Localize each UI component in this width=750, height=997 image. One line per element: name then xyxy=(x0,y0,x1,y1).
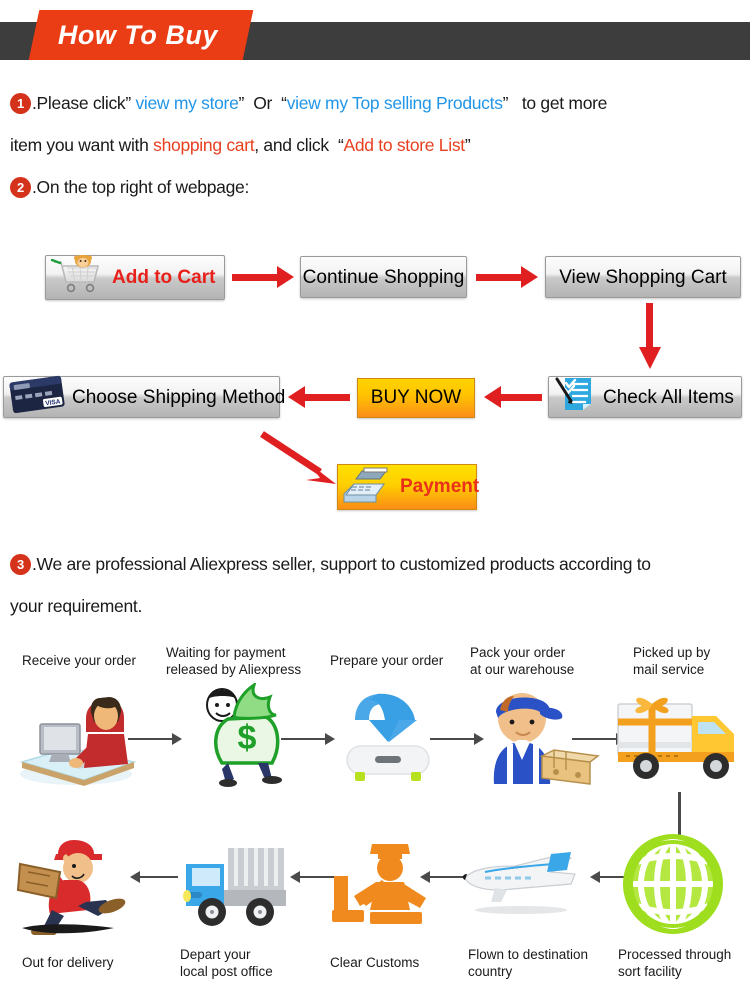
person-at-computer-icon xyxy=(14,688,144,793)
link-top-selling-products[interactable]: view my Top selling Products xyxy=(287,93,503,113)
courier-running-icon xyxy=(16,830,146,940)
payment-label: Payment xyxy=(400,476,480,497)
step-3-line-2: your requirement. xyxy=(10,596,143,616)
buy-now-button[interactable]: BUY NOW xyxy=(357,378,475,418)
view-shopping-cart-label: View Shopping Cart xyxy=(559,266,727,288)
quote-close-1: ” xyxy=(238,93,245,113)
flow-label-out-for-delivery: Out for delivery xyxy=(22,955,114,970)
highlight-add-to-store-list: Add to store List xyxy=(343,135,465,155)
arrow-cart-to-continue xyxy=(232,266,294,288)
cash-register-icon xyxy=(338,464,396,511)
step-3-badge: 3 xyxy=(10,554,31,575)
blue-post-truck-icon xyxy=(180,838,300,935)
delivery-truck-gift-icon xyxy=(612,690,742,790)
step-1-paragraph: 1 .Please click” view my store” Or “view … xyxy=(10,82,745,166)
flow-label-waiting-payment: Waiting for payment released by Aliexpres… xyxy=(166,645,302,677)
step-1-text-c: item you want with xyxy=(10,135,149,155)
step-1-text-b: to get more xyxy=(521,93,608,113)
page-title-banner: How To Buy xyxy=(28,10,254,60)
check-all-items-label: Check All Items xyxy=(603,386,734,408)
add-to-cart-label: Add to Cart xyxy=(112,267,216,288)
continue-shopping-button[interactable]: Continue Shopping xyxy=(300,256,467,298)
quote-close-2: ” xyxy=(502,93,509,113)
step-1-text-a: .Please click xyxy=(32,93,126,113)
highlight-shopping-cart: shopping cart xyxy=(153,135,255,155)
arrow-view-cart-to-check-items xyxy=(639,303,661,371)
flow-label-depart-post-office: Depart your local post office xyxy=(180,947,273,979)
step-2-text: .On the top right of webpage: xyxy=(32,177,250,197)
step-2-paragraph: 2 .On the top right of webpage: xyxy=(10,166,745,208)
flow-arrow-2 xyxy=(281,732,335,746)
step-3-line-1: .We are professional Aliexpress seller, … xyxy=(32,554,651,574)
arrow-shipping-to-payment xyxy=(258,430,348,488)
checklist-icon xyxy=(555,375,597,419)
add-to-cart-button[interactable]: Add to Cart xyxy=(45,254,225,301)
step-1-badge: 1 xyxy=(10,93,31,114)
step-3-paragraph: 3 .We are professional Aliexpress seller,… xyxy=(10,543,745,627)
flow-arrow-5 xyxy=(130,870,178,884)
arrow-check-items-to-buy-now xyxy=(484,386,542,408)
step-1-text-d: , and click xyxy=(254,135,329,155)
shopping-cart-icon xyxy=(50,254,104,301)
flow-label-flown-to-destination: Flown to destination country xyxy=(468,947,589,979)
continue-shopping-label: Continue Shopping xyxy=(302,266,465,288)
arrow-buy-now-to-shipping xyxy=(288,386,350,408)
step-2-badge: 2 xyxy=(10,177,31,198)
link-view-my-store[interactable]: view my store xyxy=(135,93,238,113)
green-globe-icon xyxy=(618,832,728,942)
quote-open-1: ” xyxy=(125,93,131,113)
flow-label-picked-up: Picked up by mail service xyxy=(633,645,711,677)
flow-label-pack-order: Pack your order at our warehouse xyxy=(470,645,575,677)
view-shopping-cart-button[interactable]: View Shopping Cart xyxy=(545,256,741,298)
check-all-items-button[interactable]: Check All Items xyxy=(548,376,742,418)
flow-label-clear-customs: Clear Customs xyxy=(330,955,420,970)
flow-arrow-1 xyxy=(128,732,182,746)
page-title: How To Buy xyxy=(58,19,218,50)
arrow-continue-to-view xyxy=(476,266,538,288)
flow-label-receive-order: Receive your order xyxy=(22,653,137,668)
customs-officer-icon xyxy=(330,840,440,937)
credit-card-icon: VISA xyxy=(8,375,66,419)
svg-text:$: $ xyxy=(238,719,257,757)
choose-shipping-method-button[interactable]: VISA Choose Shipping Method xyxy=(3,375,285,419)
airplane-icon xyxy=(455,848,585,923)
buy-now-label: BUY NOW xyxy=(370,387,462,408)
flow-label-processed-sort-facility: Processed through sort facility xyxy=(618,947,732,979)
choose-shipping-method-label: Choose Shipping Method xyxy=(72,386,286,408)
payment-button[interactable]: Payment xyxy=(337,464,480,511)
download-box-icon xyxy=(333,690,443,790)
flow-label-prepare-order: Prepare your order xyxy=(330,653,444,668)
quote-close-3: ” xyxy=(464,135,471,155)
step-1-text-or: Or xyxy=(253,93,273,113)
